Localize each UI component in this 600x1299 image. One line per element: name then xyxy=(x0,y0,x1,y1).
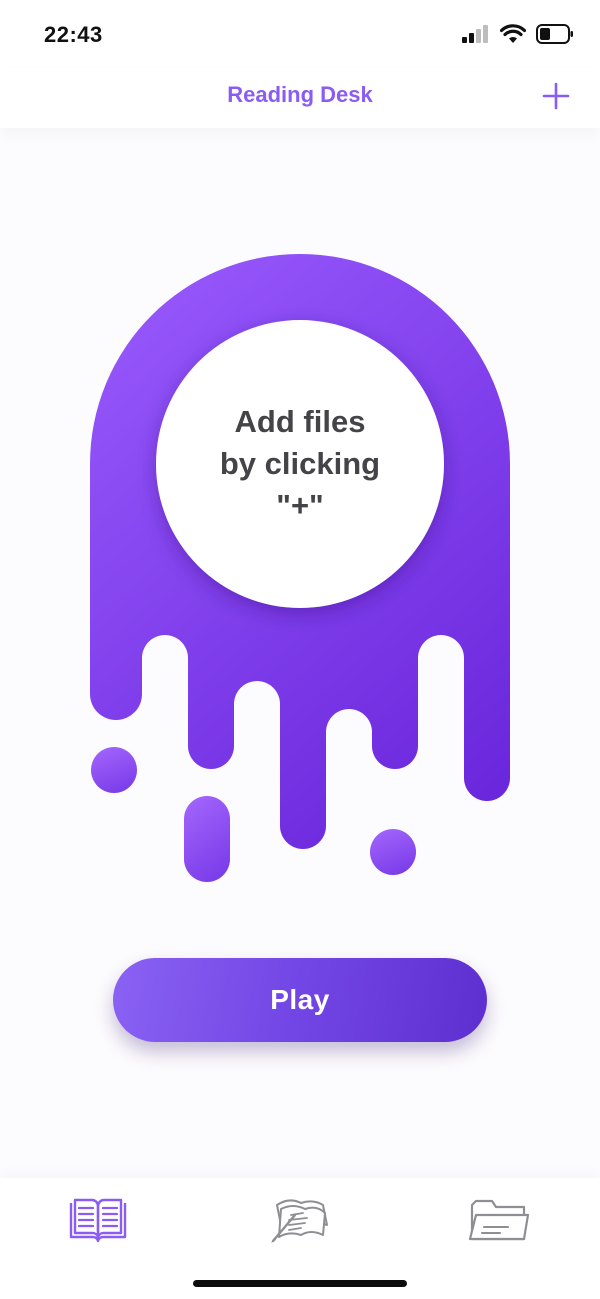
drip-drop-bottom xyxy=(184,796,230,882)
drip-drop-left xyxy=(91,747,137,793)
empty-state-text: Add files by clicking "+" xyxy=(219,404,381,523)
tab-library[interactable] xyxy=(58,1192,138,1248)
home-indicator xyxy=(193,1280,407,1287)
play-button-label: Play xyxy=(270,984,330,1015)
folder-icon xyxy=(468,1199,530,1241)
play-button[interactable]: Play xyxy=(113,958,487,1042)
tab-notes[interactable] xyxy=(260,1192,340,1248)
empty-state-illustration xyxy=(90,254,510,882)
notes-icon xyxy=(271,1199,328,1243)
book-icon xyxy=(69,1198,127,1243)
empty-state-message: Add files by clicking "+" xyxy=(156,320,444,608)
app-screen: 22:43 Reading Desk Add files by clicking… xyxy=(0,0,600,1299)
tab-files[interactable] xyxy=(459,1192,539,1248)
drip-drop-right xyxy=(370,829,416,875)
